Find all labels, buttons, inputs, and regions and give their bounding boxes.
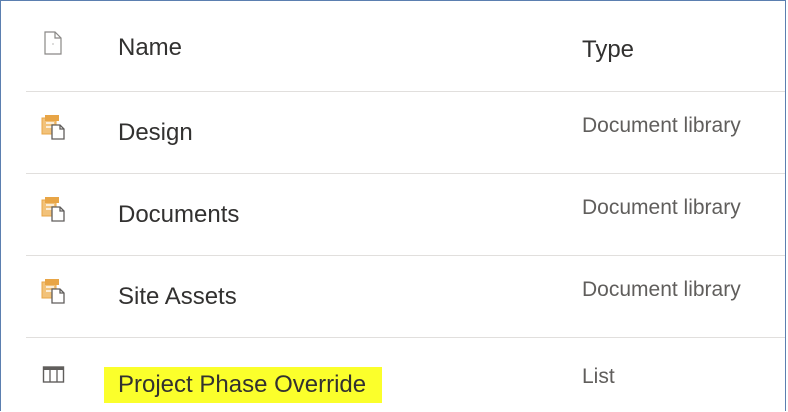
type-column-header[interactable]: Type [582, 36, 634, 64]
file-type-icon[interactable] [42, 30, 68, 56]
list-item-name[interactable]: Documents [118, 200, 239, 230]
list-item[interactable]: Project Phase Override List [26, 339, 785, 412]
list-item-name[interactable]: Project Phase Override [104, 367, 383, 403]
list-item-type: List [582, 365, 615, 388]
document-library-icon [40, 114, 66, 140]
document-library-icon [40, 278, 66, 304]
name-column-header[interactable]: Name [118, 33, 182, 63]
list-header-row: Name Type [26, 8, 785, 92]
list-item-name[interactable]: Design [118, 118, 193, 148]
list-item[interactable]: Design Document library [26, 92, 785, 174]
list-item-type: Document library [582, 114, 741, 137]
document-library-icon [40, 196, 66, 222]
list-item-name[interactable]: Site Assets [118, 282, 237, 312]
list-icon [42, 365, 68, 391]
list-item[interactable]: Documents Document library [26, 174, 785, 256]
list-item-type: Document library [582, 196, 741, 219]
site-contents-list: Name Type Design Document library Docume… [0, 0, 786, 411]
list-item-type: Document library [582, 278, 741, 301]
list-item[interactable]: Site Assets Document library [26, 256, 785, 338]
